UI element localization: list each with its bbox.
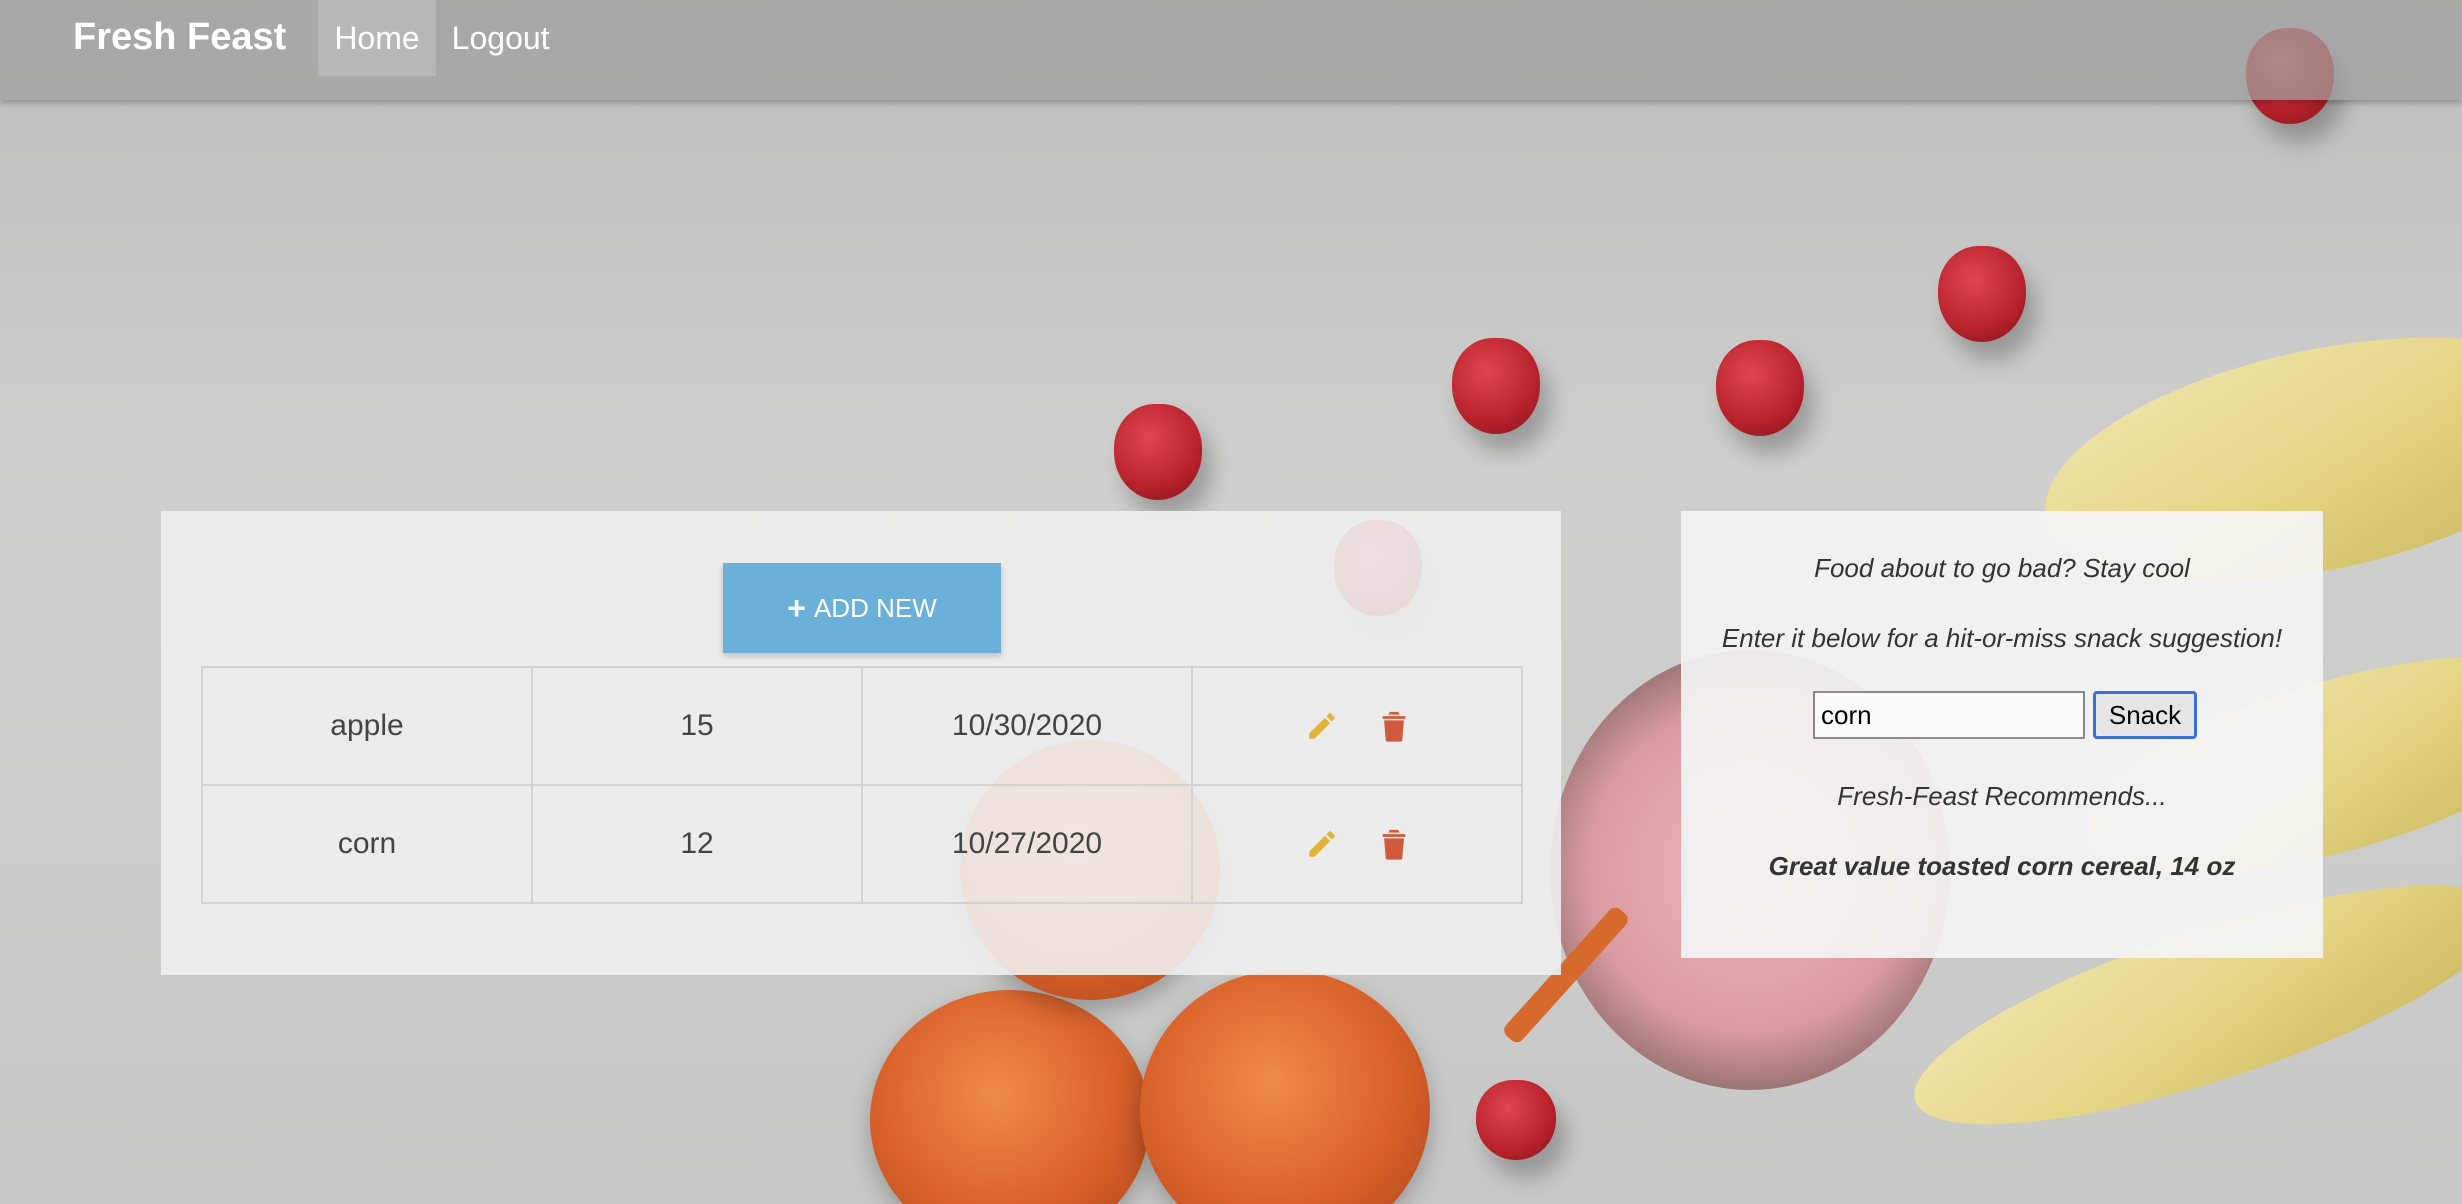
top-navbar: Fresh Feast Home Logout xyxy=(0,0,2462,100)
raspberry-decoration xyxy=(1114,404,1202,500)
item-quantity-cell: 15 xyxy=(531,666,863,786)
snack-instructions-text: Enter it below for a hit-or-miss snack s… xyxy=(1721,623,2283,653)
item-date-cell: 10/30/2020 xyxy=(861,666,1193,786)
item-name-cell: corn xyxy=(201,784,533,904)
item-date-cell: 10/27/2020 xyxy=(861,784,1193,904)
raspberry-decoration xyxy=(1716,340,1804,436)
item-name-cell: apple xyxy=(201,666,533,786)
orange-decoration xyxy=(870,990,1150,1204)
item-quantity-cell: 12 xyxy=(531,784,863,904)
inventory-table: apple 15 10/30/2020 corn 12 10/27/2020 xyxy=(201,666,1523,904)
trash-icon[interactable] xyxy=(1379,709,1409,743)
plus-icon: + xyxy=(787,590,806,626)
add-new-button[interactable]: + ADD NEW xyxy=(723,563,1001,653)
orange-decoration xyxy=(1140,970,1430,1204)
recommend-heading: Fresh-Feast Recommends... xyxy=(1837,781,2167,811)
item-actions-cell xyxy=(1191,666,1523,786)
add-new-label: ADD NEW xyxy=(813,592,937,623)
snack-suggestion-card: Food about to go bad? Stay cool Enter it… xyxy=(1681,511,2323,958)
trash-icon[interactable] xyxy=(1379,827,1409,861)
item-actions-cell xyxy=(1191,784,1523,904)
nav-link-logout[interactable]: Logout xyxy=(436,0,566,76)
pencil-icon[interactable] xyxy=(1305,827,1339,861)
snack-button[interactable]: Snack xyxy=(2093,691,2197,739)
table-row: apple 15 10/30/2020 xyxy=(201,666,1523,786)
snack-intro-text: Food about to go bad? Stay cool xyxy=(1814,553,2190,583)
brand-logo[interactable]: Fresh Feast xyxy=(0,0,318,74)
raspberry-decoration xyxy=(1938,246,2026,342)
raspberry-decoration xyxy=(1476,1080,1556,1160)
snack-form: Snack xyxy=(1813,691,2197,739)
pencil-icon[interactable] xyxy=(1305,709,1339,743)
inventory-panel: + ADD NEW apple 15 10/30/2020 corn 12 10… xyxy=(161,511,1561,975)
nav-link-home[interactable]: Home xyxy=(318,0,436,76)
table-row: corn 12 10/27/2020 xyxy=(201,784,1523,904)
raspberry-decoration xyxy=(1452,338,1540,434)
recommendation-text: Great value toasted corn cereal, 14 oz xyxy=(1768,851,2236,881)
snack-input[interactable] xyxy=(1813,691,2085,739)
